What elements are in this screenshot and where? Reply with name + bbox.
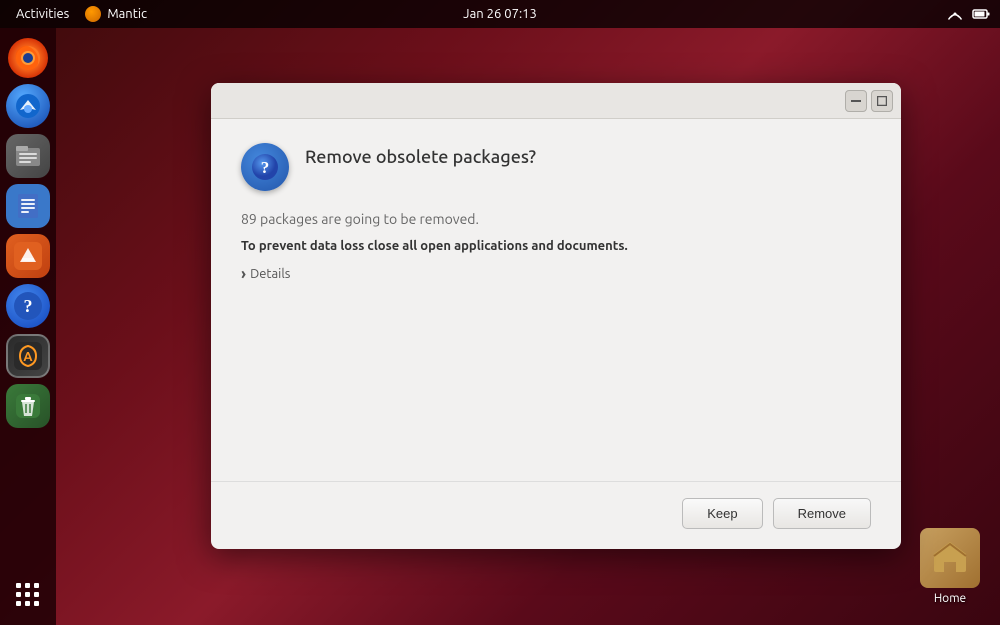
keep-button[interactable]: Keep — [682, 498, 762, 529]
home-folder-graphic — [920, 528, 980, 588]
activities-button[interactable]: Activities — [10, 5, 75, 23]
details-toggle[interactable]: Details — [241, 265, 871, 283]
topbar-right — [946, 5, 990, 23]
desktop: Home — [56, 28, 1000, 625]
grid-dots-icon — [16, 583, 40, 607]
app-name-label: Mantic — [107, 7, 147, 21]
dialog-warning: To prevent data loss close all open appl… — [241, 239, 871, 253]
dialog-body: 89 packages are going to be removed. To … — [241, 211, 871, 461]
battery-icon[interactable] — [972, 5, 990, 23]
svg-text:?: ? — [261, 158, 270, 177]
sidebar: ? A — [0, 28, 56, 625]
dialog-content: ? Remove obsolete packages? 89 packages … — [211, 119, 901, 481]
show-apps-button[interactable] — [6, 573, 50, 617]
dialog-titlebar — [211, 83, 901, 119]
dialog-footer: Keep Remove — [211, 481, 901, 549]
remove-packages-dialog: ? Remove obsolete packages? 89 packages … — [211, 83, 901, 549]
topbar: Activities Mantic Jan 26 07:13 — [0, 0, 1000, 28]
sidebar-item-writer[interactable] — [6, 184, 50, 228]
home-desktop-icon[interactable]: Home — [920, 528, 980, 605]
home-icon-label: Home — [934, 592, 966, 605]
remove-button[interactable]: Remove — [773, 498, 871, 529]
sidebar-item-trash[interactable] — [6, 384, 50, 428]
mantic-icon — [85, 6, 101, 22]
topbar-datetime: Jan 26 07:13 — [463, 7, 537, 21]
dialog-title: Remove obsolete packages? — [305, 143, 536, 167]
sidebar-item-files[interactable] — [6, 134, 50, 178]
svg-text:?: ? — [24, 296, 33, 316]
topbar-left: Activities Mantic — [10, 5, 147, 23]
sidebar-item-help[interactable]: ? — [6, 284, 50, 328]
details-label: Details — [250, 267, 290, 281]
sidebar-item-firefox[interactable] — [8, 38, 48, 78]
minimize-button[interactable] — [845, 90, 867, 112]
dialog-header: ? Remove obsolete packages? — [241, 143, 871, 191]
network-icon[interactable] — [946, 5, 964, 23]
sidebar-item-thunderbird[interactable] — [6, 84, 50, 128]
topbar-app-name[interactable]: Mantic — [85, 6, 147, 22]
maximize-button[interactable] — [871, 90, 893, 112]
dialog-subtitle: 89 packages are going to be removed. — [241, 211, 871, 227]
sidebar-item-software[interactable] — [6, 234, 50, 278]
svg-text:A: A — [23, 350, 33, 364]
question-icon: ? — [241, 143, 289, 191]
sidebar-item-updater[interactable]: A — [6, 334, 50, 378]
